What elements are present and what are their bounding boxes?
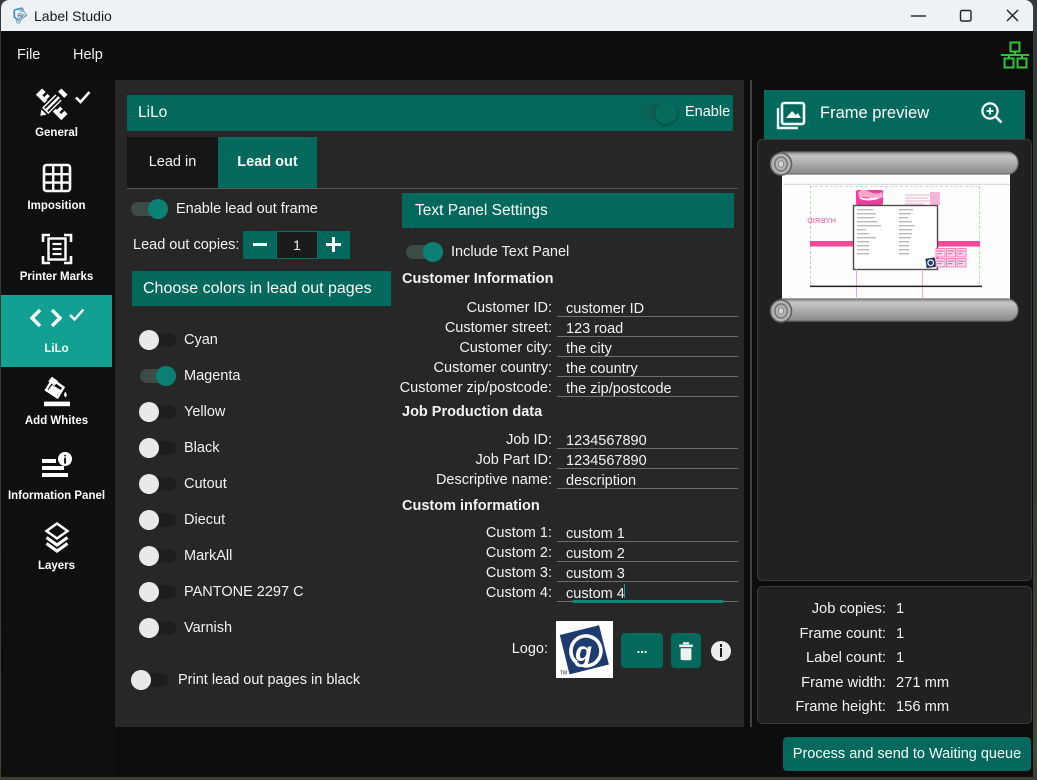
svg-text:HYBRID: HYBRID (807, 216, 836, 225)
svg-text:TM: TM (560, 671, 567, 677)
svg-text:g: g (574, 636, 592, 667)
